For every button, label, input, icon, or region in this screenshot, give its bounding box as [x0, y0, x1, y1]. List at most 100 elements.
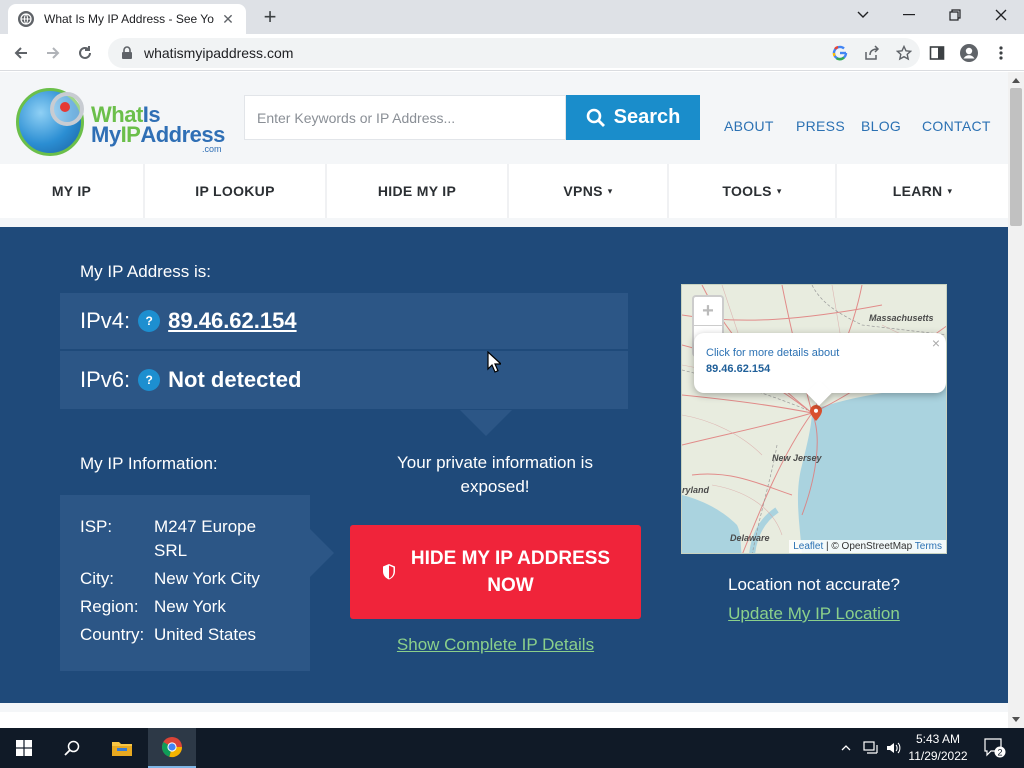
nav-learn[interactable]: LEARN ▾: [837, 164, 1008, 218]
nav-label: TOOLS: [722, 183, 772, 199]
nav-label: VPNS: [563, 183, 603, 199]
about-link[interactable]: ABOUT: [724, 118, 774, 134]
system-clock[interactable]: 5:43 AM 11/29/2022: [900, 731, 976, 765]
windows-start-icon[interactable]: [0, 728, 48, 768]
popup-ip: 89.46.62.154: [706, 363, 771, 375]
help-icon[interactable]: ?: [138, 310, 161, 332]
ipv4-value-link[interactable]: 89.46.62.154: [168, 308, 296, 334]
profile-avatar-icon[interactable]: [956, 40, 982, 66]
location-inaccurate-text: Location not accurate?: [727, 575, 900, 594]
new-tab-button[interactable]: +: [258, 6, 282, 30]
tab-strip: What Is My IP Address - See Your ✕ +: [0, 0, 1024, 34]
search-button[interactable]: Search: [566, 95, 700, 140]
nav-tools[interactable]: TOOLS ▾: [669, 164, 837, 218]
caret-down-icon: ▾: [607, 185, 613, 196]
google-lens-icon[interactable]: [824, 38, 856, 68]
info-key: Country:: [80, 625, 145, 644]
clock-date: 11/29/2022: [908, 749, 968, 763]
exposed-warning: Your private information is exposed!: [397, 453, 593, 496]
network-icon[interactable]: [860, 728, 882, 768]
tray-chevron-up-icon[interactable]: [836, 728, 856, 768]
side-panel-icon[interactable]: [924, 40, 950, 66]
attribution-separator: | ©: [823, 541, 842, 552]
logo-tld: .com: [202, 144, 222, 154]
browser-menu-icon[interactable]: [988, 40, 1014, 66]
ipv4-label: IPv4:: [80, 308, 131, 333]
windows-taskbar: 5:43 AM 11/29/2022 2: [0, 728, 1024, 768]
update-location-link[interactable]: Update My IP Location: [681, 604, 947, 624]
press-link[interactable]: PRESS: [796, 118, 845, 134]
info-value: New York: [154, 597, 226, 616]
help-icon[interactable]: ?: [138, 369, 161, 391]
map-marker-icon[interactable]: [810, 405, 822, 421]
info-row-isp: ISP: M247 Europe SRL: [80, 515, 290, 563]
magnifier-logo-icon: [50, 92, 84, 126]
info-row-country: Country: United States: [80, 623, 310, 647]
ipv6-label: IPv6:: [80, 367, 131, 392]
show-complete-details-link[interactable]: Show Complete IP Details: [350, 635, 641, 655]
ipv4-row: IPv4: ? 89.46.62.154: [60, 293, 628, 349]
taskbar-search-icon[interactable]: [48, 728, 96, 768]
browser-tab[interactable]: What Is My IP Address - See Your ✕: [8, 4, 246, 34]
url-text: whatismyipaddress.com: [144, 45, 294, 61]
scroll-down-arrow-icon[interactable]: [1012, 717, 1020, 722]
osm-text: OpenStreetMap: [841, 541, 913, 552]
nav-label: IP LOOKUP: [195, 183, 275, 199]
page-content-below: [0, 712, 1008, 728]
nav-vpns[interactable]: VPNS ▾: [509, 164, 669, 218]
notification-count: 2: [997, 748, 1002, 758]
tab-close-icon[interactable]: ✕: [220, 11, 236, 27]
minimize-button[interactable]: [886, 0, 932, 30]
contact-link[interactable]: CONTACT: [922, 118, 991, 134]
info-value: M247 Europe SRL: [154, 517, 257, 560]
file-explorer-icon[interactable]: [98, 728, 146, 768]
hide-my-ip-button[interactable]: HIDE MY IP ADDRESS NOW: [350, 525, 641, 619]
nav-hide-my-ip[interactable]: HIDE MY IP: [327, 164, 509, 218]
page-scrollbar[interactable]: [1008, 72, 1024, 728]
location-map[interactable]: + − Massachusetts New Jersey ryland Dela…: [681, 284, 947, 554]
hide-button-line2: NOW: [487, 575, 534, 596]
blog-link[interactable]: BLOG: [861, 118, 901, 134]
popup-text: Click for more details about: [706, 347, 840, 359]
nav-label: MY IP: [51, 183, 92, 199]
back-arrow-icon[interactable]: [8, 40, 34, 66]
ip-hero-section: My IP Address is: IPv4: ? 89.46.62.154 I…: [0, 227, 1008, 703]
share-icon[interactable]: [856, 38, 888, 68]
ipv6-value: Not detected: [168, 367, 302, 392]
nav-ip-lookup[interactable]: IP LOOKUP: [145, 164, 327, 218]
nav-my-ip[interactable]: MY IP: [0, 164, 145, 218]
zoom-in-button[interactable]: +: [694, 297, 722, 326]
info-value: United States: [154, 625, 257, 644]
nav-label: HIDE MY IP: [377, 183, 457, 199]
reload-icon[interactable]: [72, 40, 98, 66]
chrome-taskbar-icon[interactable]: [148, 728, 196, 768]
search-input[interactable]: Enter Keywords or IP Address...: [244, 95, 566, 140]
map-label-new-jersey: New Jersey: [772, 453, 822, 463]
scroll-up-arrow-icon[interactable]: [1012, 78, 1020, 83]
web-page: WhatIs MyIPAddress .com Enter Keywords o…: [0, 72, 1008, 728]
info-key: City:: [80, 569, 114, 588]
hide-button-label: HIDE MY IP ADDRESS NOW: [411, 545, 610, 599]
popup-close-icon[interactable]: ×: [932, 335, 940, 351]
caret-down-icon: ▾: [776, 185, 782, 196]
site-logo[interactable]: WhatIs MyIPAddress .com: [16, 88, 226, 158]
restore-button[interactable]: [932, 0, 978, 30]
mouse-cursor-icon: [487, 351, 501, 373]
close-window-button[interactable]: [978, 0, 1024, 30]
tab-search-icon[interactable]: [840, 0, 886, 30]
map-popup[interactable]: Click for more details about 89.46.62.15…: [694, 333, 946, 393]
ipv6-row: IPv6: ? Not detected: [60, 351, 628, 409]
forward-arrow-icon[interactable]: [40, 40, 66, 66]
map-label-massachusetts: Massachusetts: [869, 313, 934, 323]
notification-center-icon[interactable]: 2: [980, 728, 1010, 768]
pointer-arrow: [460, 410, 512, 436]
terms-link[interactable]: Terms: [915, 541, 942, 552]
address-bar[interactable]: whatismyipaddress.com: [108, 38, 920, 68]
scrollbar-thumb[interactable]: [1010, 88, 1022, 226]
caret-down-icon: ▾: [947, 185, 953, 196]
info-heading: My IP Information:: [80, 454, 218, 473]
map-label-maryland: ryland: [682, 485, 710, 495]
bookmark-star-icon[interactable]: [888, 38, 920, 68]
browser-toolbar: whatismyipaddress.com: [0, 34, 1024, 71]
leaflet-link[interactable]: Leaflet: [793, 541, 823, 552]
